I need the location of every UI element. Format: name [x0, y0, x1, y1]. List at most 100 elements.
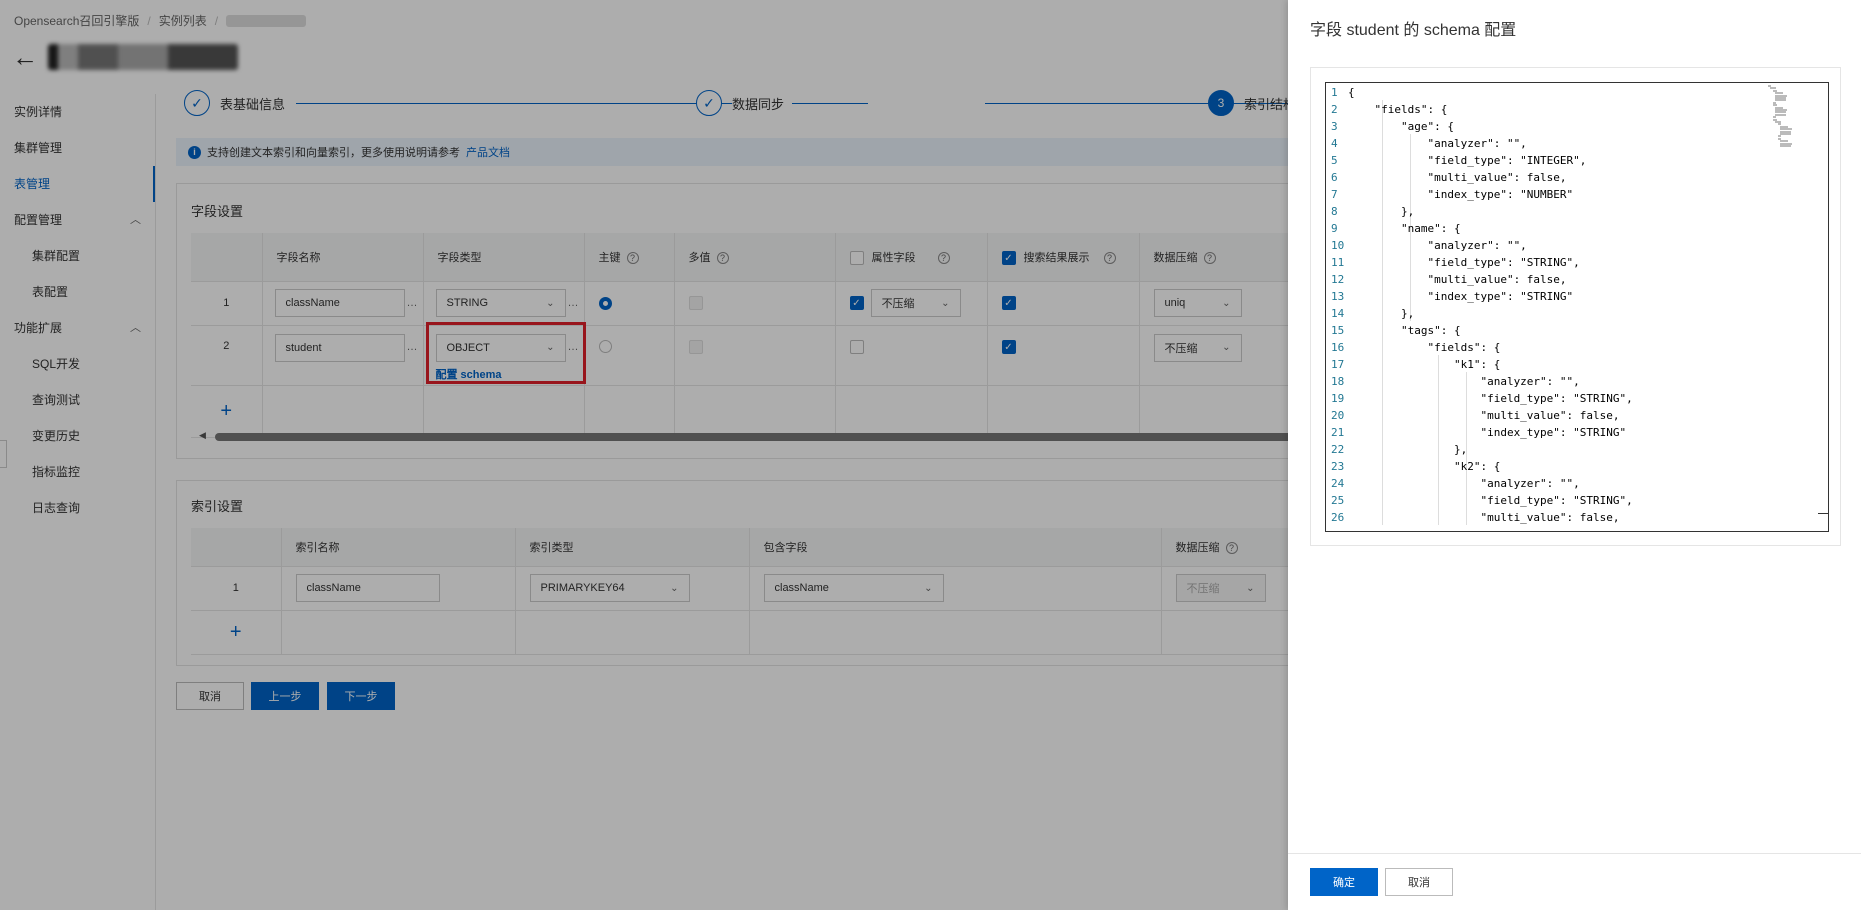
more-icon[interactable]: …: [407, 341, 418, 353]
sidebar-item[interactable]: 集群管理: [0, 130, 155, 166]
sidebar-item[interactable]: 查询测试: [0, 382, 155, 418]
code-line: 19 "field_type": "STRING",: [1326, 390, 1828, 407]
breadcrumb: Opensearch召回引擎版 / 实例列表 /: [14, 12, 307, 29]
cancel-button[interactable]: 取消: [176, 682, 244, 710]
line-number: 13: [1331, 290, 1345, 303]
display-checkbox[interactable]: ✓: [1001, 339, 1016, 354]
column-header-compression: 数据压缩?: [1161, 528, 1307, 567]
sidebar-collapse-handle[interactable]: [0, 440, 7, 468]
code-text: "index_type": "NUMBER": [1348, 188, 1574, 201]
sidebar-item[interactable]: 实例详情: [0, 94, 155, 130]
field-name-input[interactable]: student: [274, 333, 405, 362]
index-name-input[interactable]: className: [295, 574, 440, 602]
code-line: 2 "fields": {: [1326, 101, 1828, 118]
chevron-up-icon[interactable]: ︿: [130, 310, 141, 346]
sidebar-item-label: 功能扩展: [14, 321, 63, 335]
help-icon[interactable]: ?: [1225, 541, 1238, 554]
help-icon[interactable]: ?: [626, 251, 639, 264]
code-text: },: [1348, 205, 1415, 218]
add-index-button[interactable]: +: [230, 621, 242, 643]
included-fields-select[interactable]: className ⌄: [763, 574, 944, 602]
breadcrumb-separator: /: [147, 13, 151, 28]
add-field-button[interactable]: +: [220, 400, 232, 422]
code-line: 15 "tags": {: [1326, 322, 1828, 339]
product-doc-link[interactable]: 产品文档: [466, 144, 510, 160]
code-line: 9 "name": {: [1326, 220, 1828, 237]
step-index-structure: 3 索引结构: [1208, 90, 1296, 116]
breadcrumb-item-product[interactable]: Opensearch召回引擎版: [14, 12, 139, 29]
help-icon[interactable]: ?: [1203, 251, 1216, 264]
sidebar-item[interactable]: 配置管理 ︿: [0, 202, 155, 238]
help-icon[interactable]: ?: [1103, 251, 1116, 264]
arrow-left-icon[interactable]: ←: [12, 44, 38, 70]
index-type-select[interactable]: PRIMARYKEY64 ⌄: [529, 574, 690, 602]
sidebar-item[interactable]: 功能扩展 ︿: [0, 310, 155, 346]
sidebar-item[interactable]: 集群配置: [0, 238, 155, 274]
confirm-button[interactable]: 确定: [1310, 868, 1378, 896]
step-number: 3: [1208, 90, 1234, 116]
display-checkbox[interactable]: ✓: [1001, 296, 1016, 310]
field-type-select[interactable]: STRING ⌄: [435, 289, 566, 317]
code-line: 7 "index_type": "NUMBER": [1326, 186, 1828, 203]
code-text: "fields": {: [1348, 103, 1448, 116]
chevron-up-icon[interactable]: ︿: [130, 202, 141, 238]
code-text: "k1": {: [1348, 358, 1501, 371]
compression-select[interactable]: 不压缩 ⌄: [1153, 333, 1242, 362]
line-number: 3: [1331, 120, 1338, 133]
primary-key-radio[interactable]: [598, 296, 612, 310]
help-icon[interactable]: ?: [937, 251, 950, 264]
code-line: 24 "analyzer": "",: [1326, 475, 1828, 492]
column-header-field-type: 字段类型: [423, 233, 585, 282]
line-number: 2: [1331, 103, 1338, 116]
compression-select[interactable]: uniq ⌄: [1153, 289, 1242, 317]
help-icon[interactable]: ?: [716, 251, 729, 264]
sidebar-item[interactable]: 表配置: [0, 274, 155, 310]
code-text: "k2": {: [1348, 460, 1501, 473]
sidebar-item[interactable]: 表管理: [0, 166, 155, 202]
field-name-input[interactable]: className: [274, 289, 405, 317]
sidebar-item-label: 集群管理: [14, 141, 63, 155]
horizontal-scrollbar[interactable]: [215, 433, 1307, 441]
attribute-compress-select[interactable]: 不压缩 ⌄: [870, 289, 961, 317]
code-line: 1{: [1326, 84, 1828, 101]
row-index: 1: [191, 281, 263, 326]
code-text: "name": {: [1348, 222, 1461, 235]
breadcrumb-item-redacted[interactable]: [226, 14, 307, 27]
chevron-down-icon: ⌄: [1222, 342, 1231, 353]
primary-key-radio[interactable]: [598, 339, 612, 353]
breadcrumb-item-instances[interactable]: 实例列表: [159, 12, 207, 29]
sidebar-item[interactable]: 日志查询: [0, 490, 155, 526]
chevron-down-icon: ⌄: [1222, 297, 1231, 309]
code-line: 8 },: [1326, 203, 1828, 220]
scroll-left-icon[interactable]: ◀: [199, 430, 206, 441]
more-icon[interactable]: …: [568, 297, 579, 309]
previous-step-button[interactable]: 上一步: [251, 682, 319, 710]
code-text: },: [1348, 307, 1415, 320]
code-line: 3 "age": {: [1326, 118, 1828, 135]
attribute-checkbox[interactable]: ✓: [849, 296, 864, 310]
table-row-add: +: [191, 610, 1307, 655]
code-text: "field_type": "STRING",: [1348, 392, 1633, 405]
code-line: 6 "multi_value": false,: [1326, 169, 1828, 186]
page-title-row: ←: [12, 44, 238, 70]
json-code-editor[interactable]: 1{2 "fields": {3 "age": {4 "analyzer": "…: [1325, 82, 1829, 532]
sidebar-item[interactable]: SQL开发: [0, 346, 155, 382]
index-compression-select[interactable]: 不压缩 ⌄: [1175, 574, 1266, 602]
next-step-button[interactable]: 下一步: [327, 682, 395, 710]
display-select-all-checkbox[interactable]: ✓: [1001, 250, 1016, 265]
line-number: 16: [1331, 341, 1345, 354]
drawer-title: 字段 student 的 schema 配置: [1310, 22, 1517, 39]
sidebar-item[interactable]: 指标监控: [0, 454, 155, 490]
code-text: "analyzer": "",: [1348, 477, 1580, 490]
multi-value-checkbox[interactable]: [688, 296, 703, 310]
more-icon[interactable]: …: [407, 297, 418, 309]
multi-value-checkbox[interactable]: [688, 339, 703, 354]
sidebar-item[interactable]: 变更历史: [0, 418, 155, 454]
attribute-checkbox[interactable]: [849, 339, 864, 354]
line-number: 14: [1331, 307, 1345, 320]
sidebar-item-label: 日志查询: [32, 501, 81, 515]
drawer-cancel-button[interactable]: 取消: [1385, 868, 1453, 896]
sidebar-item-label: 查询测试: [32, 393, 81, 407]
step-basic-info: ✓ 表基础信息: [184, 90, 294, 116]
attribute-select-all-checkbox[interactable]: [849, 250, 864, 265]
